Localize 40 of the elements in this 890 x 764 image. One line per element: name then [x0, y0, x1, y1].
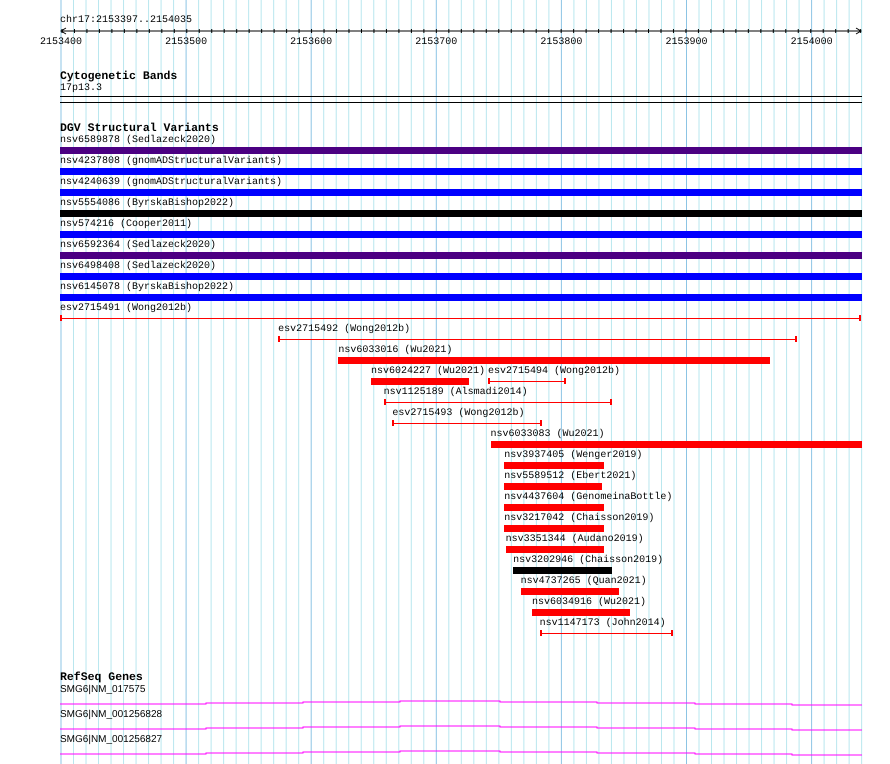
ruler-label: 2154000: [790, 37, 833, 49]
gene-label: SMG6|NM_001256827: [60, 734, 164, 746]
feature-label: nsv6589878 (Sedlazeck2020): [60, 135, 216, 147]
ruler-label: 2153800: [540, 37, 582, 49]
feature-label: esv2715493 (Wong2012b): [392, 408, 524, 420]
ruler-label: 2153700: [415, 37, 458, 49]
feature-label: nsv5554086 (ByrskaBishop2022): [60, 198, 234, 210]
feature-label: nsv3937405 (Wenger2019): [504, 450, 642, 462]
feature-label: esv2715491 (Wong2012b): [60, 303, 192, 315]
feature-label: nsv6034916 (Wu2021): [532, 597, 646, 609]
feature-label: nsv6024227 (Wu2021): [371, 366, 486, 378]
track-title: Cytogenetic Bands: [60, 70, 178, 83]
track-title: RefSeq Genes: [60, 671, 143, 684]
ruler-label: 2153500: [165, 37, 208, 49]
ruler-label: 2153600: [290, 37, 332, 49]
feature-label: nsv6498408 (Sedlazeck2020): [60, 261, 216, 273]
ruler-label: 2153400: [40, 37, 82, 49]
location-label: chr17:2153397..2154035: [60, 15, 192, 27]
feature-label: nsv3351344 (Audano2019): [506, 534, 644, 546]
feature-label: nsv574216 (Cooper2011): [60, 219, 192, 231]
feature-label: esv2715492 (Wong2012b): [278, 324, 410, 336]
feature-label: nsv4237808 (gnomADStructuralVariants): [60, 156, 282, 168]
gene-label: SMG6|NM_001256828: [60, 709, 164, 721]
feature-label: nsv4737265 (Quan2021): [520, 576, 647, 588]
feature-label: nsv4437604 (GenomeinaBottle): [504, 492, 672, 504]
feature-label: nsv1125189 (Alsmadi2014): [384, 387, 528, 399]
feature-label: nsv3202946 (Chaisson2019): [513, 555, 664, 567]
band-label: 17p13.3: [60, 83, 102, 95]
gene-label: SMG6|NM_017575: [60, 684, 146, 696]
ruler-label: 2153900: [666, 37, 708, 49]
feature-label: nsv6033083 (Wu2021): [490, 429, 605, 441]
track-title: DGV Structural Variants: [60, 122, 219, 135]
feature-label: nsv1147173 (John2014): [540, 618, 666, 630]
feature-label: esv2715494 (Wong2012b): [488, 366, 620, 378]
feature-label: nsv6033016 (Wu2021): [338, 345, 452, 357]
feature-label: nsv6145078 (ByrskaBishop2022): [60, 282, 234, 294]
feature-label: nsv6592364 (Sedlazeck2020): [60, 240, 216, 252]
feature-label: nsv3217042 (Chaisson2019): [504, 513, 654, 525]
feature-label: nsv4240639 (gnomADStructuralVariants): [60, 177, 282, 189]
feature-label: nsv5589512 (Ebert2021): [504, 471, 636, 483]
